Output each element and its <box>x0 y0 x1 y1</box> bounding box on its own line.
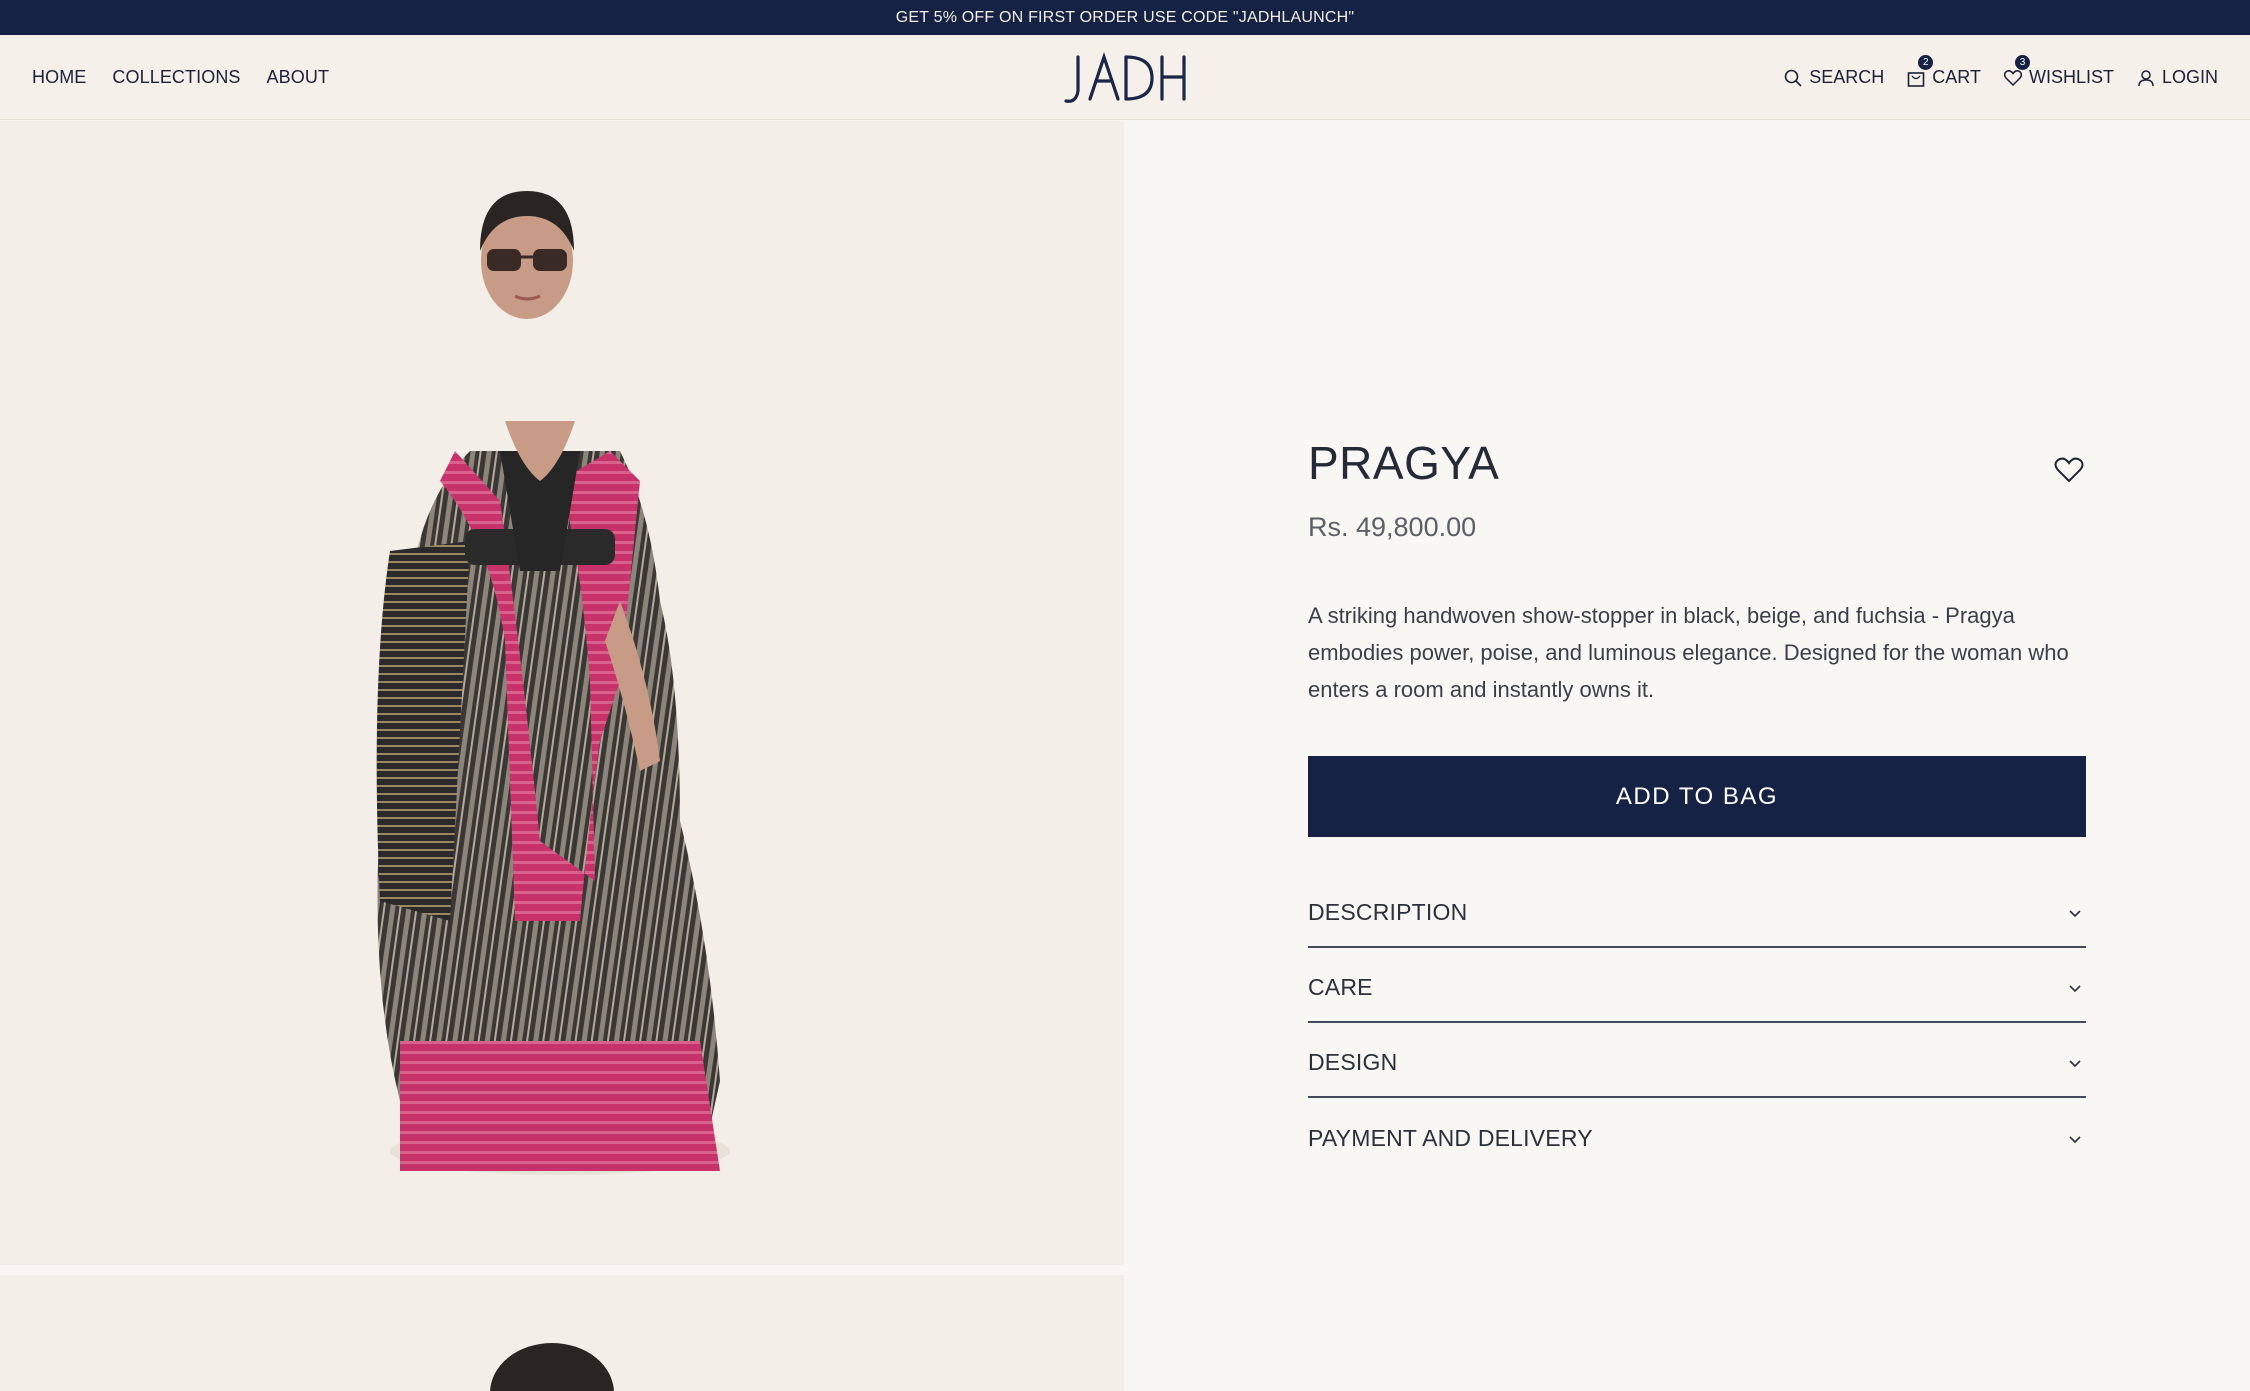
product-title: PRAGYA <box>1308 437 1500 489</box>
brand-logo[interactable] <box>1060 49 1190 107</box>
cart-label: CART <box>1932 67 1981 87</box>
main-nav: HOME COLLECTIONS ABOUT <box>32 35 329 120</box>
accordion-label: PAYMENT AND DELIVERY <box>1308 1125 1593 1151</box>
product-accordion: DESCRIPTION CARE DESIGN PAYMENT AND DELI… <box>1308 873 2086 1173</box>
heart-icon <box>2003 69 2023 86</box>
chevron-down-icon <box>2069 1135 2081 1143</box>
cart-count-badge: 2 <box>1918 55 1934 70</box>
add-to-wishlist-heart-icon[interactable] <box>2054 456 2084 484</box>
accordion-label: DESIGN <box>1308 1049 1398 1075</box>
accordion-design[interactable]: DESIGN <box>1308 1023 2086 1098</box>
nav-about[interactable]: ABOUT <box>267 67 330 88</box>
chevron-down-icon <box>2069 1059 2081 1067</box>
model-second-view-illustration <box>490 1343 614 1391</box>
login-button[interactable]: LOGIN <box>2136 67 2218 88</box>
nav-collections[interactable]: COLLECTIONS <box>112 67 240 88</box>
chevron-down-icon <box>2069 984 2081 992</box>
wishlist-count-badge: 3 <box>2014 55 2030 70</box>
wishlist-label: WISHLIST <box>2028 67 2114 87</box>
model-saree-illustration <box>376 191 730 1175</box>
user-icon <box>2138 69 2154 86</box>
product-description: A striking handwoven show-stopper in bla… <box>1308 603 2069 702</box>
search-button[interactable]: SEARCH <box>1783 67 1884 88</box>
product-price: Rs. 49,800.00 <box>1308 512 1477 542</box>
accordion-label: CARE <box>1308 974 1373 1000</box>
accordion-description[interactable]: DESCRIPTION <box>1308 873 2086 948</box>
accordion-care[interactable]: CARE <box>1308 948 2086 1023</box>
search-label: SEARCH <box>1809 67 1885 87</box>
accordion-label: DESCRIPTION <box>1308 899 1468 925</box>
search-icon <box>1784 69 1802 87</box>
product-image-secondary[interactable] <box>0 1275 1124 1391</box>
announcement-bar: GET 5% OFF ON FIRST ORDER USE CODE "JADH… <box>0 0 2250 35</box>
utility-nav: SEARCH 2 CART 3 WISHLIST LOGIN <box>1783 35 2218 120</box>
site-header: HOME COLLECTIONS ABOUT SEARCH 2 CART 3 W… <box>0 35 2250 120</box>
jadh-logo-mark <box>1064 51 1186 103</box>
chevron-down-icon <box>2069 909 2081 917</box>
nav-home[interactable]: HOME <box>32 67 86 88</box>
bag-icon <box>1907 71 1925 87</box>
product-gallery <box>0 121 1124 1391</box>
accordion-payment-delivery[interactable]: PAYMENT AND DELIVERY <box>1308 1098 2086 1173</box>
product-image-main[interactable] <box>0 121 1124 1265</box>
login-label: LOGIN <box>2161 67 2218 87</box>
wishlist-button[interactable]: 3 WISHLIST <box>2003 55 2114 88</box>
add-to-bag-button[interactable]: ADD TO BAG <box>1308 756 2086 837</box>
product-details: PRAGYA Rs. 49,800.00 A striking handwove… <box>1308 440 2086 1173</box>
cart-button[interactable]: 2 CART <box>1906 55 1981 88</box>
